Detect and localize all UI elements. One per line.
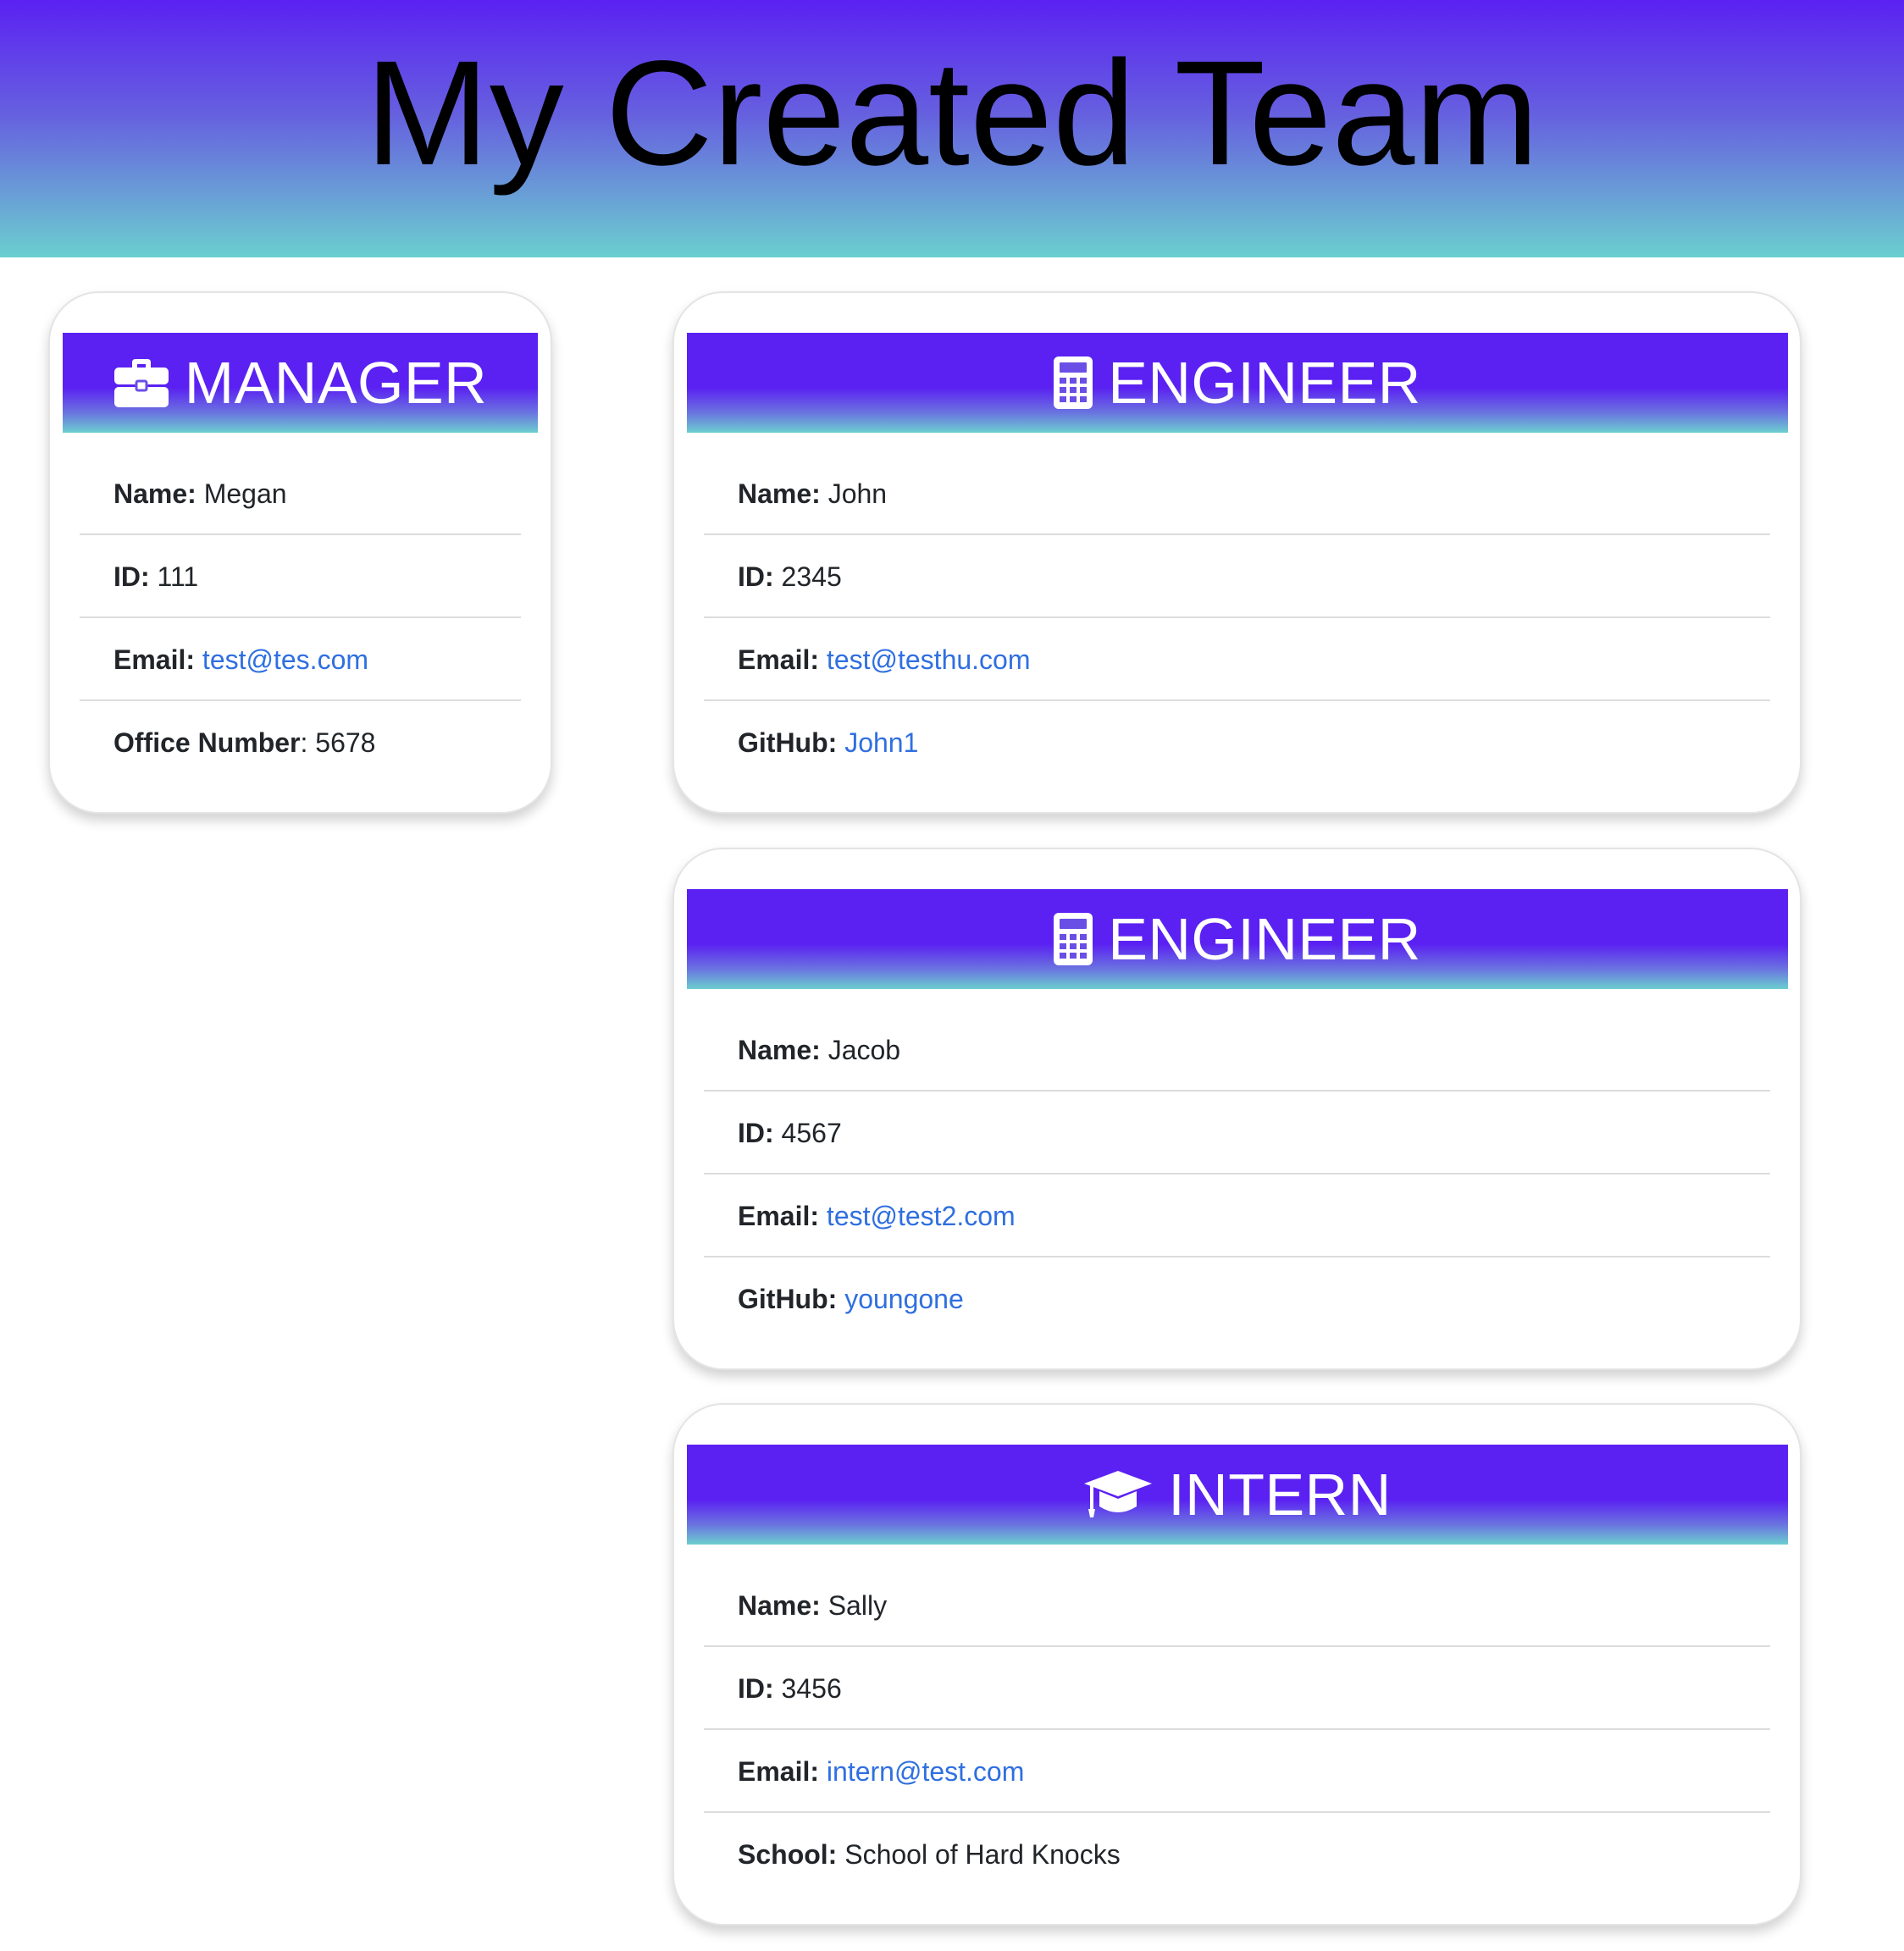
field-value: John [827,478,888,509]
field-label: Email: [738,1756,820,1787]
id-field: ID: 3456 [704,1647,1770,1730]
field-value: 4567 [781,1118,842,1148]
email-field: Email: test@test2.com [704,1174,1770,1257]
id-field: ID: 2345 [704,535,1770,618]
detail-list: Name: Sally ID: 3456 Email: intern@test.… [704,1564,1770,1896]
field-label: School: [738,1839,838,1870]
field-label: ID: [738,561,774,592]
github-field: GitHub: John1 [704,701,1770,784]
field-label: ID: [738,1118,774,1148]
office-number-field: Office Number: 5678 [113,727,376,758]
field-value: 3456 [781,1673,842,1704]
role-title: MANAGER [184,350,488,416]
engineer-card: ENGINEER Name: John ID: 2345 Email: test… [672,291,1802,814]
card-header: INTERN [687,1445,1788,1545]
field-label: Name: [738,1035,821,1065]
field-label: Name: [113,478,196,509]
intern-card: INTERN Name: Sally ID: 3456 Email: inter… [672,1403,1802,1926]
briefcase-icon [113,357,169,408]
field-label: ID: [113,561,150,592]
id-field: ID: 111 [80,535,521,618]
card-header: ENGINEER [687,333,1788,433]
email-field: Email: test@tes.com [80,618,521,701]
email-field: Email: test@testhu.com [704,618,1770,701]
github-link[interactable]: youngone [844,1284,964,1314]
field-value: Megan [203,478,287,509]
field-label: GitHub: [738,727,838,758]
calculator-icon [1054,356,1093,409]
manager-card: MANAGER Name: Megan ID: 111 Email: test@… [48,291,552,814]
calculator-icon [1054,913,1093,965]
field-value: Sally [827,1590,888,1621]
card-header: ENGINEER [687,889,1788,989]
field-value: 5678 [315,727,376,758]
field-label: GitHub: [738,1284,838,1314]
name-field: Name: John [704,452,1770,535]
email-link[interactable]: intern@test.com [827,1756,1024,1787]
id-field: ID: 4567 [704,1092,1770,1174]
field-value: 111 [157,561,199,592]
name-field: Name: Jacob [704,1009,1770,1092]
role-title: ENGINEER [1108,350,1421,416]
detail-list: Name: Megan ID: 111 Email: test@tes.com … [80,452,521,784]
field-value: School of Hard Knocks [844,1839,1121,1870]
field-value: 2345 [781,561,842,592]
field-label: Name: [738,478,821,509]
github-field: GitHub: youngone [704,1257,1770,1340]
email-link[interactable]: test@testhu.com [827,644,1031,675]
page-header: My Created Team [0,0,1904,257]
page-title: My Created Team [365,30,1539,196]
field-label: Email: [738,1201,820,1231]
field-label: ID: [738,1673,774,1704]
field-label: Email: [113,644,196,675]
field-label: Office Number [113,727,301,758]
field-value: Jacob [827,1035,901,1065]
email-field: Email: intern@test.com [704,1730,1770,1813]
field-label: Email: [738,644,820,675]
name-field: Name: Megan [80,452,521,535]
role-title: ENGINEER [1108,906,1421,972]
role-title: INTERN [1168,1462,1392,1528]
detail-list: Name: Jacob ID: 4567 Email: test@test2.c… [704,1009,1770,1340]
card-header: MANAGER [63,333,538,433]
school-field: School: School of Hard Knocks [704,1813,1770,1896]
github-link[interactable]: John1 [844,727,918,758]
email-link[interactable]: test@test2.com [827,1201,1016,1231]
graduation-cap-icon [1083,1469,1153,1520]
email-link[interactable]: test@tes.com [202,644,368,675]
name-field: Name: Sally [704,1564,1770,1647]
field-label: Name: [738,1590,821,1621]
detail-list: Name: John ID: 2345 Email: test@testhu.c… [704,452,1770,784]
engineer-card: ENGINEER Name: Jacob ID: 4567 Email: tes… [672,848,1802,1370]
